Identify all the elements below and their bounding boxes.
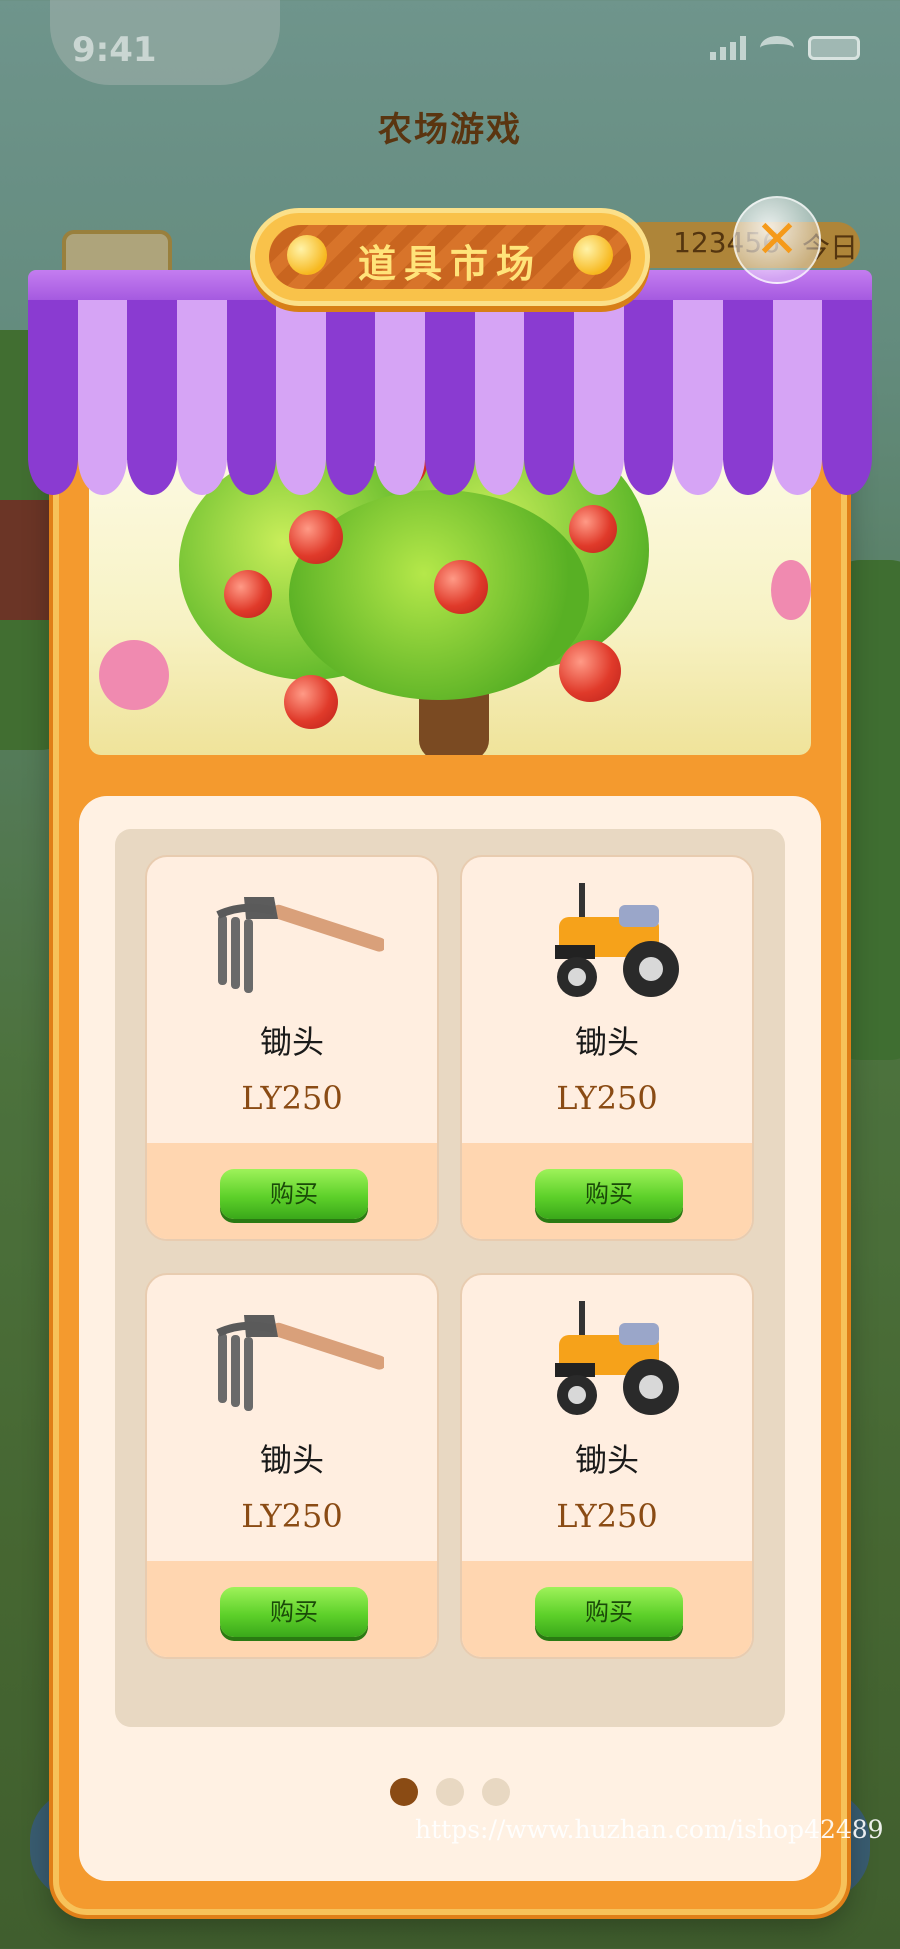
awning-scallop — [176, 420, 227, 495]
hoe-icon — [216, 897, 384, 993]
bird-left — [99, 640, 169, 710]
item-name: 锄头 — [574, 1023, 639, 1061]
tractor-icon — [555, 883, 679, 997]
awning-scallop — [276, 420, 326, 495]
item-name: 锄头 — [259, 1023, 324, 1061]
app-title: 农场游戏 — [378, 110, 522, 150]
item-card: 锄头 LY250 购买 — [145, 855, 439, 1241]
awning-scallop — [28, 420, 78, 495]
item-card: 锄头 LY250 购买 — [145, 1273, 439, 1659]
awning-scallop — [673, 420, 723, 495]
awning-scallop — [127, 420, 177, 495]
hoe-icon — [216, 1315, 384, 1411]
awning-scallop — [623, 420, 674, 495]
awning-scallop — [375, 420, 426, 495]
item-card: 锄头 LY250 购买 — [460, 855, 754, 1241]
apple — [224, 570, 272, 618]
awning-scallop — [574, 420, 624, 495]
apple — [434, 560, 488, 614]
awning-scallop — [474, 420, 525, 495]
item-price: LY250 — [556, 1079, 658, 1117]
apple — [284, 675, 338, 729]
page-dot-2[interactable] — [436, 1778, 464, 1806]
item-price: LY250 — [241, 1497, 343, 1535]
item-card: 锄头 LY250 购买 — [460, 1273, 754, 1659]
page-dot-1[interactable] — [390, 1778, 418, 1806]
page-dot-3[interactable] — [482, 1778, 510, 1806]
item-price: LY250 — [556, 1497, 658, 1535]
close-button[interactable]: ✕ — [733, 196, 821, 284]
page-indicator — [390, 1778, 510, 1806]
wifi-icon — [760, 36, 794, 60]
battery-icon — [808, 36, 860, 60]
apple — [569, 505, 617, 553]
market-title-plate: 道具市场 — [250, 208, 650, 306]
status-time: 9:41 — [72, 30, 157, 70]
apple — [289, 510, 343, 564]
modal-title: 道具市场 — [357, 242, 542, 286]
awning-scallop — [77, 420, 128, 495]
bird-right — [771, 560, 811, 620]
awning-scallop — [524, 420, 575, 495]
item-price: LY250 — [241, 1079, 343, 1117]
awning-scallop — [822, 420, 872, 495]
buy-button[interactable]: 购买 — [220, 1169, 368, 1219]
buy-button[interactable]: 购买 — [535, 1587, 683, 1637]
close-icon: ✕ — [755, 210, 799, 270]
awning-scallop — [226, 420, 277, 495]
watermark: https://www.huzhan.com/ishop42489 — [415, 1815, 884, 1844]
awning-scallop — [425, 420, 475, 495]
signal-icon — [710, 36, 746, 60]
awning-scallop — [722, 420, 773, 495]
apple — [559, 640, 621, 702]
awning-scallop — [772, 420, 823, 495]
awning-scallop — [325, 420, 376, 495]
item-name: 锄头 — [259, 1441, 324, 1479]
buy-button[interactable]: 购买 — [535, 1169, 683, 1219]
item-name: 锄头 — [574, 1441, 639, 1479]
tractor-icon — [555, 1301, 679, 1415]
status-icons — [710, 36, 860, 60]
buy-button[interactable]: 购买 — [220, 1587, 368, 1637]
